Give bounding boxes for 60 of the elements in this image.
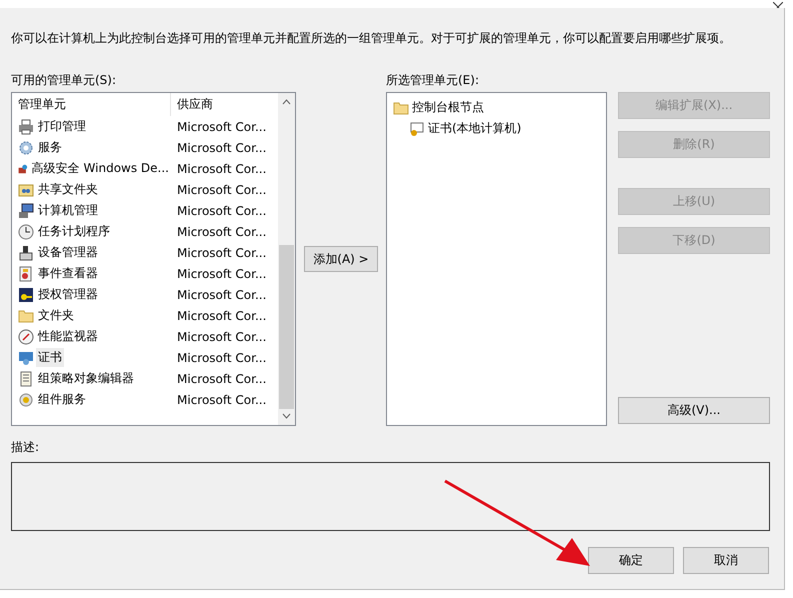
- ok-button[interactable]: 确定: [588, 547, 674, 574]
- vendor-cell-text: Microsoft Cor...: [176, 266, 266, 280]
- snap-in-name[interactable]: 服务: [36, 138, 64, 157]
- cancel-button[interactable]: 取消: [683, 547, 769, 574]
- vendor-cell-text: Microsoft Cor...: [176, 350, 266, 364]
- close-icon[interactable]: [773, 2, 783, 8]
- snap-in-name[interactable]: 授权管理器: [36, 285, 100, 304]
- snap-in-name[interactable]: 设备管理器: [36, 243, 100, 262]
- shared-folder-icon: [18, 182, 34, 198]
- instruction-text: 你可以在计算机上为此控制台选择可用的管理单元并配置所选的一组管理单元。对于可扩展的管理单元，你可以配置要启用哪些扩展项。: [11, 30, 732, 46]
- vendor-cell-text: Microsoft Cor...: [176, 288, 266, 302]
- snap-in-name[interactable]: 计算机管理: [36, 201, 100, 220]
- vendor-cell-text: Microsoft Cor...: [176, 120, 266, 134]
- action-button[interactable]: 高级(V)...: [618, 397, 770, 424]
- folder-icon: [18, 308, 34, 324]
- scroll-up-icon[interactable]: [282, 99, 291, 105]
- vendor-cell-text: Microsoft Cor...: [176, 372, 266, 386]
- snap-in-name[interactable]: 共享文件夹: [36, 180, 100, 199]
- gauge-icon: [18, 328, 34, 344]
- vendor-cell-text: Microsoft Cor...: [176, 204, 266, 218]
- tree-item[interactable]: 控制台根节点: [412, 99, 484, 116]
- column-header[interactable]: 管理单元: [12, 93, 171, 116]
- vendor-cell-text: Microsoft Cor...: [176, 140, 266, 154]
- snap-in-name[interactable]: 高级安全 Windows De...: [30, 159, 171, 178]
- vendor-cell-text: Microsoft Cor...: [176, 246, 266, 260]
- snap-in-name[interactable]: 事件查看器: [36, 264, 100, 283]
- vendor-cell-text: Microsoft Cor...: [176, 224, 266, 238]
- vendor-cell-text: Microsoft Cor...: [176, 392, 266, 406]
- document-icon: [18, 370, 34, 386]
- clock-icon: [18, 224, 34, 240]
- certificate-icon: [18, 350, 34, 366]
- snap-in-name[interactable]: 任务计划程序: [36, 222, 112, 241]
- vendor-cell-text: Microsoft Cor...: [176, 182, 266, 196]
- snap-in-name[interactable]: 组件服务: [36, 390, 88, 409]
- vendor-cell-text: Microsoft Cor...: [176, 308, 266, 322]
- computer-icon: [18, 202, 34, 218]
- scroll-down-icon[interactable]: [282, 413, 291, 419]
- scroll-thumb[interactable]: [279, 245, 294, 409]
- gear-icon: [18, 140, 34, 156]
- device-icon: [18, 244, 34, 260]
- log-icon: [18, 266, 34, 282]
- snap-in-name[interactable]: 文件夹: [36, 306, 76, 325]
- folder-icon: [393, 100, 409, 116]
- selected-label: 所选管理单元(E):: [386, 73, 479, 87]
- vendor-cell-text: Microsoft Cor...: [176, 330, 266, 344]
- snap-in-name[interactable]: 打印管理: [36, 117, 88, 136]
- scrollbar[interactable]: [278, 93, 295, 425]
- certificate-icon: [409, 120, 425, 136]
- available-label: 可用的管理单元(S):: [11, 73, 118, 87]
- add-button[interactable]: 添加(A) >: [304, 246, 378, 272]
- tree-item[interactable]: 证书(本地计算机): [428, 120, 522, 137]
- snap-in-name[interactable]: 性能监视器: [36, 327, 100, 346]
- column-header[interactable]: 供应商: [171, 93, 278, 116]
- description-label: 描述:: [11, 440, 40, 454]
- component-icon: [18, 392, 34, 408]
- snap-in-name[interactable]: 证书: [36, 348, 64, 367]
- vendor-cell-text: Microsoft Cor...: [176, 162, 266, 176]
- key-icon: [18, 286, 34, 302]
- snap-in-name[interactable]: 组策略对象编辑器: [36, 369, 136, 388]
- printer-icon: [18, 118, 34, 134]
